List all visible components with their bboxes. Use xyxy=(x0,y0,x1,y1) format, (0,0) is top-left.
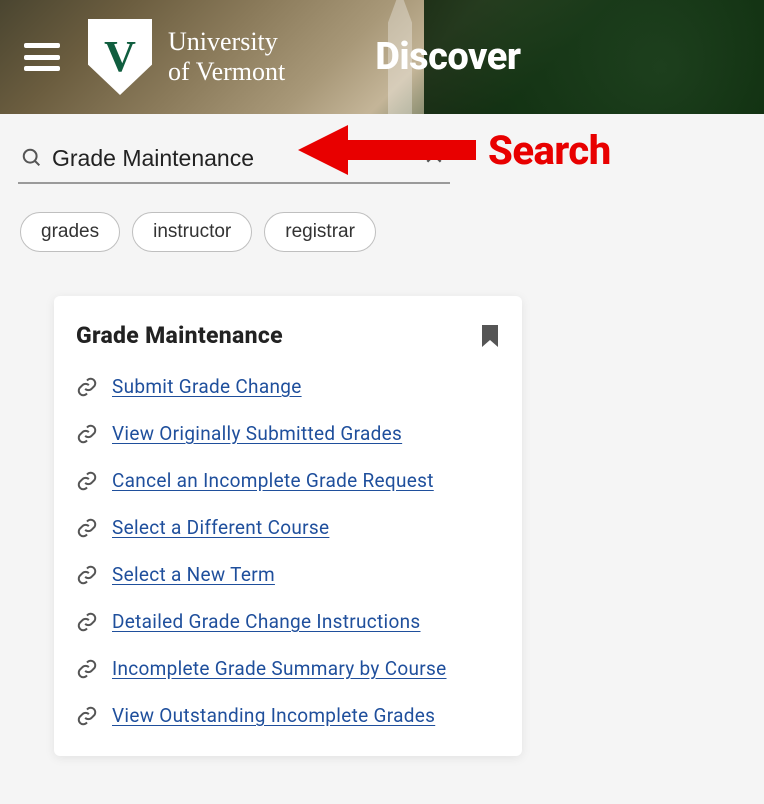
list-item: Cancel an Incomplete Grade Request xyxy=(76,457,514,504)
filter-chips: grades instructor registrar xyxy=(18,212,746,252)
app-title: Discover xyxy=(375,35,520,79)
chip-registrar[interactable]: registrar xyxy=(264,212,376,252)
wordmark: University of Vermont xyxy=(168,27,285,87)
chip-instructor[interactable]: instructor xyxy=(132,212,252,252)
search-area: grades instructor registrar Grade Mainte… xyxy=(0,114,764,756)
list-item: View Outstanding Incomplete Grades xyxy=(76,692,514,739)
link-icon xyxy=(76,564,98,586)
close-icon xyxy=(424,145,444,165)
card-title: Grade Maintenance xyxy=(76,322,283,349)
search-row xyxy=(18,138,450,184)
link-select-new-term[interactable]: Select a New Term xyxy=(112,563,275,586)
list-item: View Originally Submitted Grades xyxy=(76,410,514,457)
hamburger-menu[interactable] xyxy=(24,43,60,71)
result-card: Grade Maintenance Submit Grade Change xyxy=(54,296,522,756)
card-header: Grade Maintenance xyxy=(54,296,522,357)
link-icon xyxy=(76,611,98,633)
clear-search-button[interactable] xyxy=(418,144,450,172)
link-icon xyxy=(76,376,98,398)
link-cancel-incomplete-grade-request[interactable]: Cancel an Incomplete Grade Request xyxy=(112,469,434,492)
header-banner: V University of Vermont Discover xyxy=(0,0,764,114)
wordmark-line2: of Vermont xyxy=(168,57,285,87)
list-item: Submit Grade Change xyxy=(76,363,514,410)
link-icon xyxy=(76,658,98,680)
link-icon xyxy=(76,423,98,445)
bookmark-icon xyxy=(480,324,500,348)
links-wrap: Submit Grade Change View Originally Subm… xyxy=(54,357,522,756)
shield-icon: V xyxy=(88,19,152,95)
link-icon xyxy=(76,705,98,727)
links-list[interactable]: Submit Grade Change View Originally Subm… xyxy=(54,357,522,756)
search-input[interactable] xyxy=(46,145,418,172)
hamburger-icon xyxy=(24,43,60,48)
wordmark-line1: University xyxy=(168,27,285,57)
link-view-outstanding-incomplete-grades[interactable]: View Outstanding Incomplete Grades xyxy=(112,704,435,727)
link-incomplete-grade-summary-by-course[interactable]: Incomplete Grade Summary by Course xyxy=(112,657,447,680)
list-item: Detailed Grade Change Instructions xyxy=(76,598,514,645)
shield-letter: V xyxy=(104,35,136,79)
list-item: Select a New Term xyxy=(76,551,514,598)
link-icon xyxy=(76,470,98,492)
bookmark-button[interactable] xyxy=(480,324,500,348)
list-item: Incomplete Grade Summary by Course xyxy=(76,645,514,692)
list-item: Select a Different Course xyxy=(76,504,514,551)
link-view-originally-submitted-grades[interactable]: View Originally Submitted Grades xyxy=(112,422,402,445)
uvm-logo[interactable]: V University of Vermont xyxy=(88,19,285,95)
link-submit-grade-change[interactable]: Submit Grade Change xyxy=(112,375,302,398)
link-detailed-grade-change-instructions[interactable]: Detailed Grade Change Instructions xyxy=(112,610,421,633)
link-icon xyxy=(76,517,98,539)
search-icon xyxy=(18,147,46,169)
chip-grades[interactable]: grades xyxy=(20,212,120,252)
link-select-different-course[interactable]: Select a Different Course xyxy=(112,516,329,539)
